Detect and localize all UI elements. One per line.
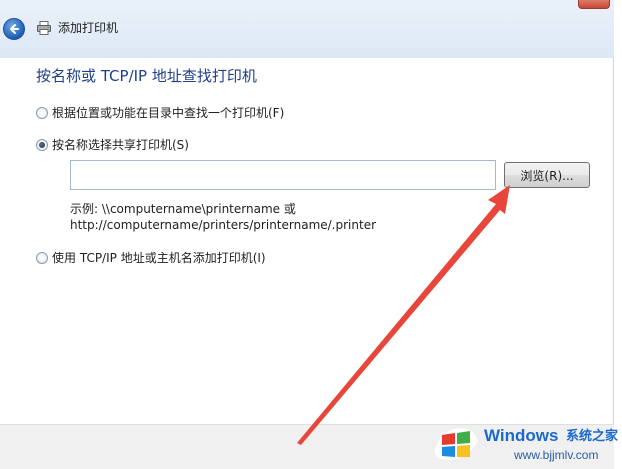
option-add-by-tcpip-label: 使用 TCP/IP 地址或主机名添加打印机(I) [52,251,266,265]
option-select-shared-by-name[interactable]: 按名称选择共享打印机(S) [36,137,189,153]
radio-select-shared-by-name[interactable] [36,139,48,151]
radio-find-in-directory[interactable] [36,107,48,119]
watermark: Windows 系统之家 www.bjjmlv.com [430,418,622,469]
windows-logo-icon [434,428,478,460]
option-find-in-directory-label: 根据位置或功能在目录中查找一个打印机(F) [52,106,285,120]
watermark-site-name: 系统之家 [566,429,619,444]
window-title: 添加打印机 [58,21,119,35]
page-heading: 按名称或 TCP/IP 地址查找打印机 [36,67,257,85]
option-find-in-directory[interactable]: 根据位置或功能在目录中查找一个打印机(F) [36,105,284,121]
add-printer-window: 添加打印机 按名称或 TCP/IP 地址查找打印机 根据位置或功能在目录中查找一… [0,0,614,469]
window-close-button[interactable] [578,0,610,9]
title-bar: 添加打印机 [0,0,614,58]
example-line-2: http://computername/printers/printername… [70,218,377,232]
example-line-1: 示例: \\computername\printername 或 [70,202,296,216]
printer-icon [37,21,51,35]
radio-add-by-tcpip[interactable] [36,252,48,264]
watermark-url: www.bjjmlv.com [514,448,599,462]
option-select-shared-by-name-label: 按名称选择共享打印机(S) [52,138,189,152]
shared-printer-name-input[interactable] [70,160,496,190]
example-text: 示例: \\computername\printername 或 http://… [70,201,376,233]
option-add-by-tcpip[interactable]: 使用 TCP/IP 地址或主机名添加打印机(I) [36,250,266,266]
watermark-brand: Windows [484,426,559,445]
back-arrow-icon [10,24,19,34]
back-button[interactable] [3,18,25,40]
browse-button[interactable]: 浏览(R)... [504,162,590,188]
